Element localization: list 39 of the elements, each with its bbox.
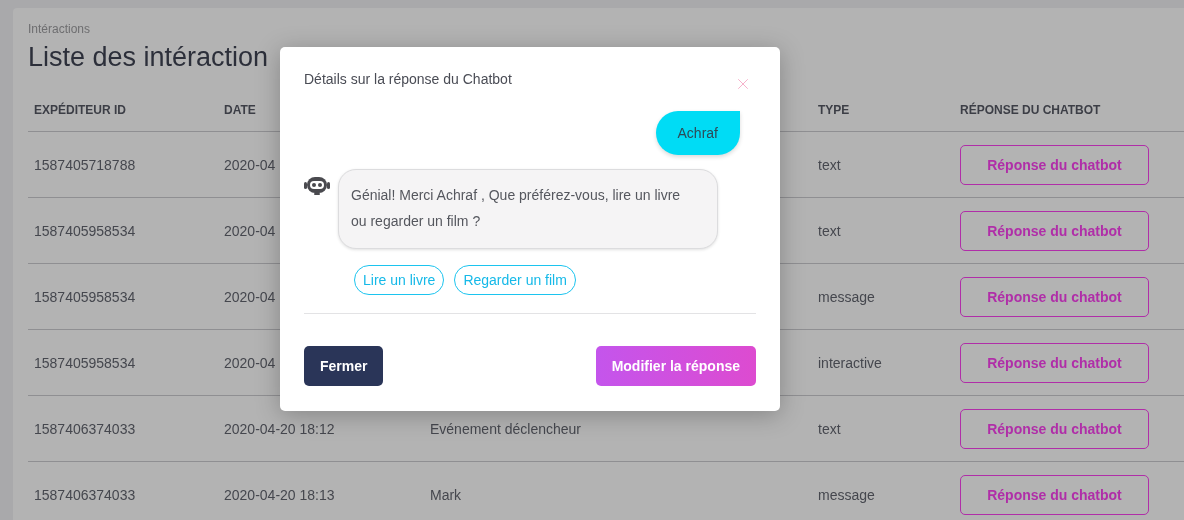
table-cell: 2020-04: [224, 354, 276, 371]
dialog-title: Détails sur la réponse du Chatbot: [304, 71, 512, 87]
table-cell: 2020-04-20 18:13: [224, 486, 335, 503]
edit-response-button[interactable]: Modifier la réponse: [595, 346, 756, 386]
table-cell: Mark: [430, 486, 462, 503]
table-cell: 2020-04: [224, 288, 276, 305]
close-dialog-button[interactable]: Fermer: [304, 346, 384, 386]
column-header: EXPÉDITEUR ID: [28, 103, 218, 132]
chatbot-response-button[interactable]: Réponse du chatbot: [960, 276, 1149, 317]
chatbot-response-button[interactable]: Réponse du chatbot: [960, 342, 1149, 383]
quick-reply-button[interactable]: Lire un livre: [354, 265, 445, 295]
chatbot-response-button[interactable]: Réponse du chatbot: [960, 408, 1149, 449]
column-header: TYPE: [812, 103, 954, 132]
robot-icon: [304, 175, 330, 197]
chatbot-response-button[interactable]: Réponse du chatbot: [960, 210, 1149, 251]
table-cell: Evénement déclencheur: [430, 420, 581, 437]
table-cell: 2020-04-20 18:12: [224, 420, 335, 437]
table-cell: 2020-04: [224, 156, 276, 173]
breadcrumb: Intéractions: [28, 22, 92, 36]
table-cell: 1587405718788: [34, 156, 136, 173]
bot-message: Génial! Merci Achraf , Que préférez-vous, lire un livre ou regarder un film ?: [338, 169, 718, 249]
user-message: Achraf: [655, 111, 740, 155]
column-header: RÉPONSE DU CHATBOT: [954, 103, 1184, 132]
table-cell: text: [818, 156, 841, 173]
table-cell: 1587405958534: [34, 354, 136, 371]
table-cell: text: [818, 222, 841, 239]
quick-reply-button[interactable]: Regarder un film: [454, 265, 576, 295]
page-title: Liste des intéraction: [28, 42, 270, 73]
table-cell: message: [818, 486, 875, 503]
chatbot-response-button[interactable]: Réponse du chatbot: [960, 144, 1149, 185]
table-cell: 1587406374033: [34, 420, 136, 437]
table-cell: text: [818, 420, 841, 437]
table-cell: 1587405958534: [34, 222, 136, 239]
table-cell: 1587406374033: [34, 486, 136, 503]
table-cell: interactive: [818, 354, 882, 371]
table-cell: 1587405958534: [34, 288, 136, 305]
chatbot-response-button[interactable]: Réponse du chatbot: [960, 474, 1149, 515]
table-cell: message: [818, 288, 875, 305]
table-cell: 2020-04: [224, 222, 276, 239]
